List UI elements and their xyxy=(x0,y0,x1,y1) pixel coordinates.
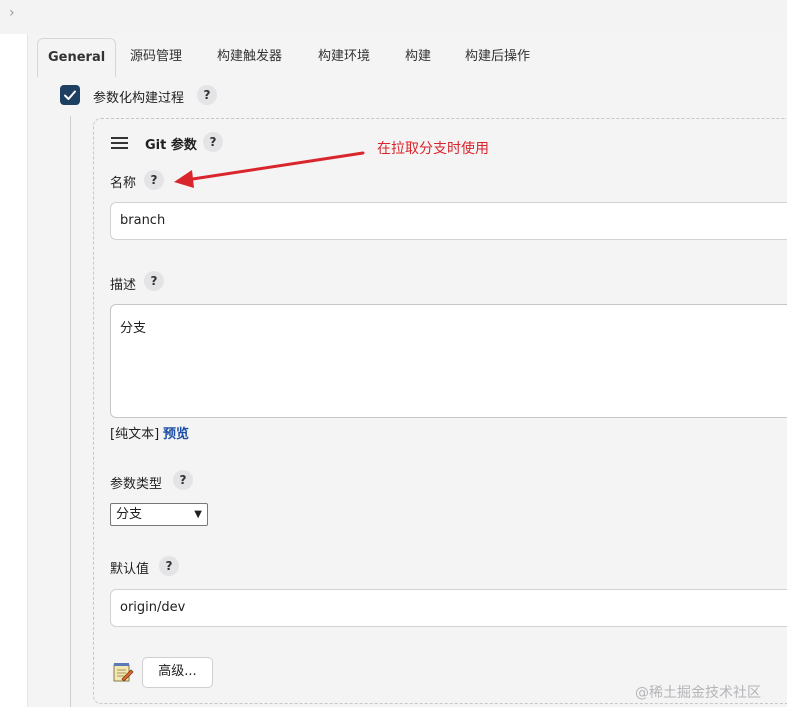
help-icon[interactable]: ? xyxy=(144,170,164,190)
parameter-type-select[interactable]: 分支 ▼ xyxy=(110,503,208,526)
help-icon[interactable]: ? xyxy=(173,470,193,490)
name-input[interactable]: branch xyxy=(110,202,787,240)
tab-build-environment[interactable]: 构建环境 xyxy=(318,38,370,76)
description-label: 描述 xyxy=(110,278,137,293)
tab-source-code[interactable]: 源码管理 xyxy=(130,38,182,76)
default-value-label: 默认值 xyxy=(110,562,150,577)
help-icon[interactable]: ? xyxy=(144,271,164,291)
chevron-down-icon: ▼ xyxy=(194,509,202,520)
help-icon[interactable]: ? xyxy=(197,85,217,105)
format-label: [纯文本] xyxy=(110,427,160,442)
parameter-type-selected: 分支 xyxy=(116,507,143,522)
notepad-icon xyxy=(113,663,134,682)
parameterized-checkbox[interactable] xyxy=(60,85,80,105)
name-label: 名称 xyxy=(110,176,137,191)
advanced-button[interactable]: 高级... xyxy=(142,657,213,688)
parameter-type-label: 参数类型 xyxy=(110,477,163,492)
section-divider xyxy=(70,116,71,707)
tab-general[interactable]: General xyxy=(37,38,117,77)
preview-link[interactable]: 预览 xyxy=(163,423,189,442)
description-textarea[interactable]: 分支 xyxy=(110,304,787,418)
annotation-text: 在拉取分支时使用 xyxy=(377,141,489,157)
drag-handle-icon[interactable] xyxy=(111,137,128,149)
watermark: @稀土掘金技术社区 xyxy=(635,685,761,701)
parameterized-label: 参数化构建过程 xyxy=(93,91,185,106)
checkmark-icon xyxy=(64,90,76,100)
help-icon[interactable]: ? xyxy=(159,556,179,576)
help-icon[interactable]: ? xyxy=(203,132,223,152)
tab-build[interactable]: 构建 xyxy=(405,38,431,76)
git-parameter-title: Git 参数 xyxy=(145,138,197,153)
tab-build-triggers[interactable]: 构建触发器 xyxy=(217,38,282,76)
default-value-input[interactable]: origin/dev xyxy=(110,589,787,627)
left-rail xyxy=(0,34,28,707)
chevron-right-icon[interactable]: › xyxy=(9,5,15,21)
tab-post-build[interactable]: 构建后操作 xyxy=(465,38,530,76)
top-bar: › xyxy=(0,0,787,34)
